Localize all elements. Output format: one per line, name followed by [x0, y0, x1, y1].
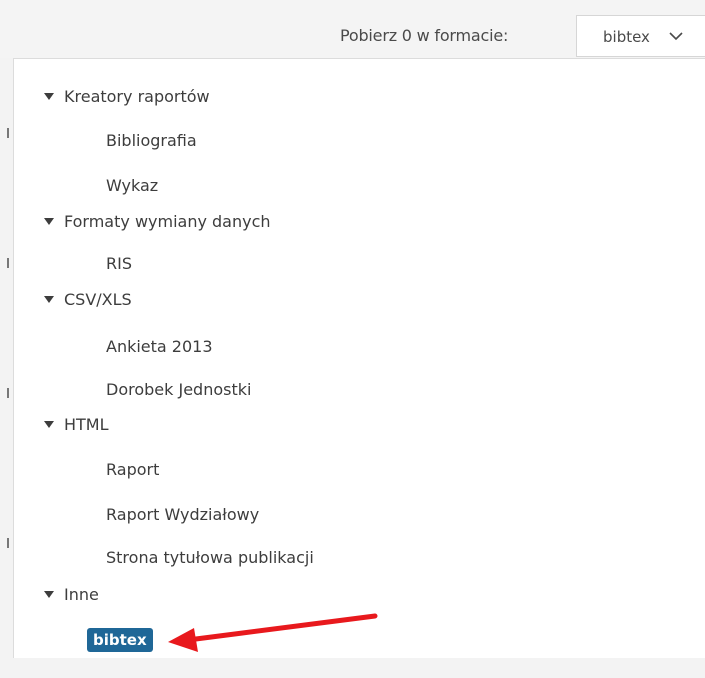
- format-dropdown-list: Kreatory raportów Bibliografia Wykaz For…: [13, 58, 705, 658]
- list-item-ankieta-2013[interactable]: Ankieta 2013: [106, 332, 213, 362]
- group-formaty-wymiany-danych[interactable]: Formaty wymiany danych: [44, 207, 271, 237]
- list-item-ris[interactable]: RIS: [106, 249, 132, 279]
- triangle-down-icon: [44, 218, 54, 225]
- group-inne[interactable]: Inne: [44, 580, 99, 610]
- group-label: Formaty wymiany danych: [64, 212, 271, 231]
- group-label: HTML: [64, 415, 109, 434]
- group-csv-xls[interactable]: CSV/XLS: [44, 285, 132, 315]
- list-item-strona-tytulowa-publikacji[interactable]: Strona tytułowa publikacji: [106, 543, 314, 573]
- chevron-down-icon: [669, 32, 683, 41]
- list-item-raport-wydzialowy[interactable]: Raport Wydziałowy: [106, 500, 259, 530]
- group-label: Inne: [64, 585, 99, 604]
- group-kreatory-raportow[interactable]: Kreatory raportów: [44, 82, 210, 112]
- list-item-bibliografia[interactable]: Bibliografia: [106, 126, 197, 156]
- triangle-down-icon: [44, 296, 54, 303]
- page-left-edge: [0, 58, 13, 658]
- red-arrow-icon: [168, 613, 378, 652]
- list-item-raport[interactable]: Raport: [106, 455, 159, 485]
- format-select[interactable]: bibtex: [576, 15, 705, 57]
- triangle-down-icon: [44, 93, 54, 100]
- download-label: Pobierz 0 w formacie:: [340, 26, 509, 45]
- list-item-dorobek-jednostki[interactable]: Dorobek Jednostki: [106, 375, 251, 405]
- export-toolbar: Pobierz 0 w formacie: bibtex: [0, 0, 705, 58]
- group-label: Kreatory raportów: [64, 87, 210, 106]
- triangle-down-icon: [44, 591, 54, 598]
- list-item-bibtex-selected[interactable]: bibtex: [87, 628, 153, 652]
- list-item-wykaz[interactable]: Wykaz: [106, 171, 158, 201]
- group-html[interactable]: HTML: [44, 410, 109, 440]
- triangle-down-icon: [44, 421, 54, 428]
- format-select-value: bibtex: [603, 28, 650, 46]
- group-label: CSV/XLS: [64, 290, 132, 309]
